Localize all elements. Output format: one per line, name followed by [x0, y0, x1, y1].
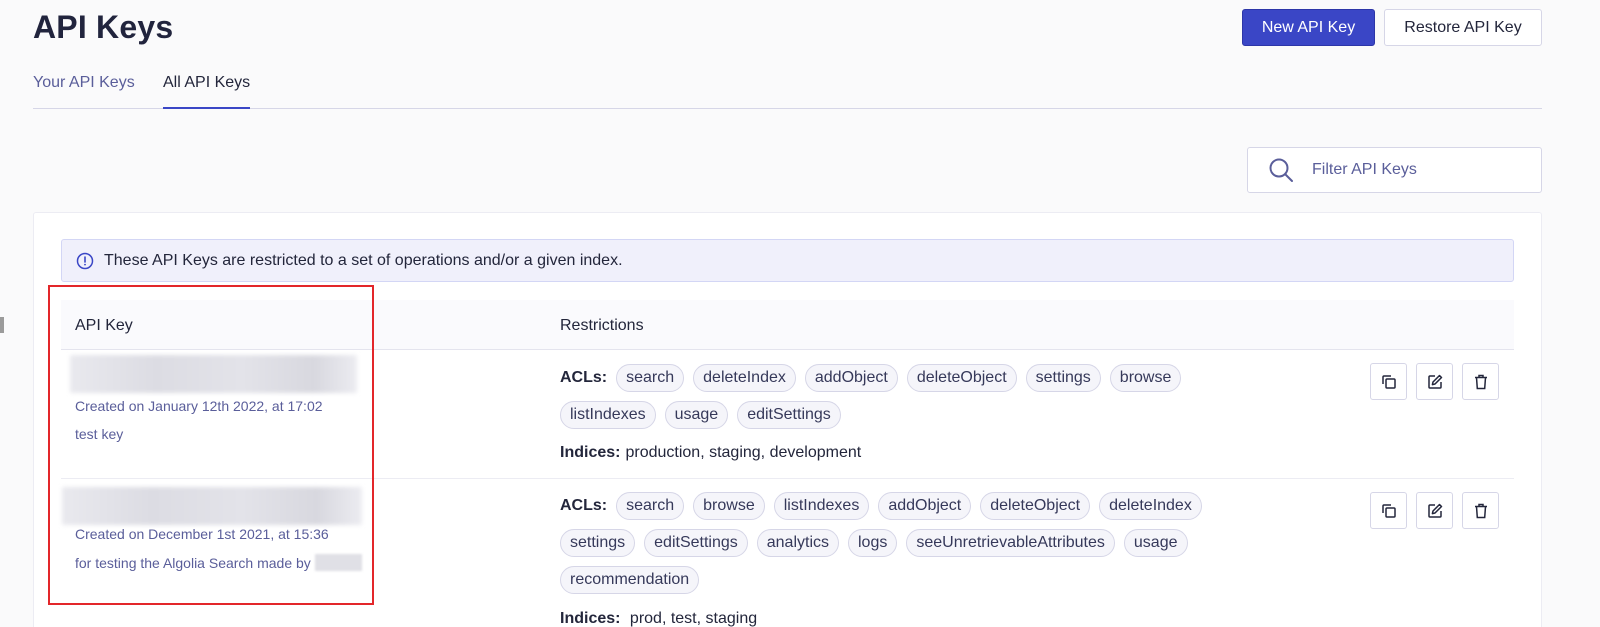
acl-label: ACLs:	[560, 369, 608, 386]
acl-tag: deleteIndex	[693, 364, 796, 392]
delete-key-button[interactable]	[1462, 492, 1499, 529]
indices-line: Indices: prod, test, staging	[560, 610, 757, 627]
copy-key-button[interactable]	[1370, 492, 1407, 529]
new-api-key-button[interactable]: New API Key	[1242, 9, 1375, 46]
acl-tag: search	[616, 364, 685, 392]
tab-bar: Your API Keys All API Keys	[33, 66, 1542, 109]
key-created-date: Created on December 1st 2021, at 15:36	[75, 526, 329, 542]
api-key-value-redacted[interactable]	[62, 487, 362, 525]
column-header-restrictions: Restrictions	[560, 317, 644, 334]
acl-tag: editSettings	[644, 529, 748, 557]
indices-line: Indices: production, staging, developmen…	[560, 438, 861, 468]
acl-label: ACLs:	[560, 497, 608, 514]
edit-icon	[1427, 374, 1442, 389]
acl-list: listIndexes usage editSettings	[560, 400, 850, 430]
restriction-notice: These API Keys are restricted to a set o…	[61, 239, 1514, 282]
copy-key-button[interactable]	[1370, 363, 1407, 400]
acl-tag: browse	[693, 492, 765, 520]
tab-your-api-keys[interactable]: Your API Keys	[33, 74, 135, 109]
key-description: test key	[75, 426, 124, 442]
key-description-text: for testing the Algolia Search made by	[75, 555, 311, 571]
column-header-api-key: API Key	[75, 317, 133, 334]
acl-tag: search	[616, 492, 685, 520]
acl-list: settings editSettings analytics logs see…	[560, 528, 1197, 558]
indices-value: prod, test, staging	[629, 610, 758, 627]
copy-icon	[1381, 503, 1396, 518]
edit-icon	[1427, 503, 1442, 518]
restore-api-key-button[interactable]: Restore API Key	[1384, 9, 1542, 46]
acl-tag: seeUnretrievableAttributes	[906, 529, 1115, 557]
acl-tag: editSettings	[737, 401, 841, 429]
copy-icon	[1381, 374, 1396, 389]
edit-key-button[interactable]	[1416, 363, 1453, 400]
acl-tag: browse	[1109, 364, 1182, 392]
acl-tag: usage	[1123, 529, 1188, 557]
acl-tag: listIndexes	[560, 401, 656, 429]
filter-search-box[interactable]	[1247, 147, 1542, 193]
delete-key-button[interactable]	[1462, 363, 1499, 400]
acl-list: ACLs: search deleteIndex addObject delet…	[560, 363, 1190, 393]
acl-tag: deleteIndex	[1099, 492, 1202, 520]
acl-tag: usage	[664, 401, 729, 429]
search-icon	[1269, 158, 1293, 182]
acl-tag: settings	[560, 529, 636, 557]
acl-tag: recommendation	[560, 566, 700, 594]
key-created-date: Created on January 12th 2022, at 17:02	[75, 398, 323, 414]
acl-tag: deleteObject	[906, 364, 1017, 392]
acl-list: recommendation	[560, 565, 708, 595]
delete-icon	[1474, 503, 1487, 518]
indices-value: production, staging, development	[625, 444, 862, 461]
api-keys-page: API Keys New API Key Restore API Key You…	[0, 0, 1600, 627]
acl-tag: listIndexes	[773, 492, 870, 520]
table-header: API Key Restrictions	[61, 300, 1514, 350]
acl-tag: analytics	[756, 529, 839, 557]
tab-all-api-keys[interactable]: All API Keys	[163, 74, 251, 109]
acl-tag: settings	[1025, 364, 1101, 392]
indices-label: Indices:	[560, 610, 621, 627]
acl-list: ACLs: search browse listIndexes addObjec…	[560, 491, 1211, 521]
scroll-indicator	[0, 317, 4, 333]
info-icon	[76, 252, 94, 269]
acl-tag: logs	[848, 529, 898, 557]
acl-tag: addObject	[878, 492, 972, 520]
edit-key-button[interactable]	[1416, 492, 1453, 529]
row-divider	[61, 478, 1514, 479]
redacted-name	[314, 554, 362, 571]
key-description: for testing the Algolia Search made by	[75, 554, 362, 571]
page-title: API Keys	[33, 9, 174, 45]
acl-tag: addObject	[804, 364, 898, 392]
acl-tag: deleteObject	[980, 492, 1091, 520]
indices-label: Indices:	[560, 444, 621, 461]
api-key-value-redacted[interactable]	[70, 355, 357, 393]
notice-text: These API Keys are restricted to a set o…	[104, 251, 623, 269]
filter-api-keys-input[interactable]	[1312, 161, 1532, 179]
delete-icon	[1474, 374, 1487, 389]
